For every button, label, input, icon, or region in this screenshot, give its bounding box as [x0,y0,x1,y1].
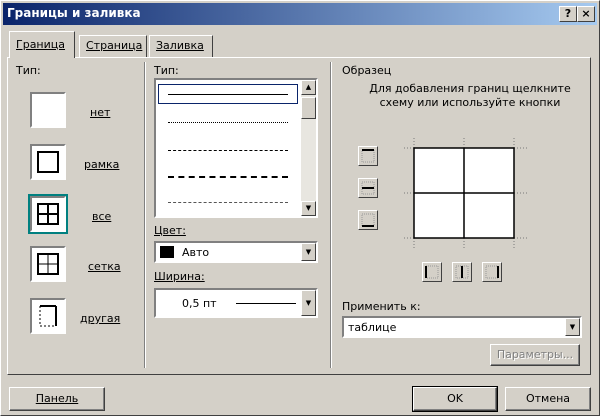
line-style-dash-dot[interactable] [168,202,288,203]
separator [330,62,332,368]
apply-to-select[interactable]: таблице ▼ [342,316,582,338]
setting-all-label: все [92,210,112,223]
setting-custom-label: другая [80,312,121,325]
preview-label: Образец [342,64,392,77]
preview-hint: Для добавления границ щелкните схему или… [369,82,571,109]
border-all-icon [28,194,68,234]
list-scrollbar[interactable]: ▲ ▼ [301,80,316,216]
tab-panel: Тип: нет рамка все сетка другая Тип: ▲ ▼… [7,57,591,375]
tab-shading[interactable]: Заливка [149,35,213,57]
line-style-solid[interactable] [168,94,288,95]
parameters-button[interactable]: Параметры... [490,344,580,366]
setting-grid-label: сетка [88,260,121,273]
border-center-button[interactable] [452,262,472,282]
width-label: Ширина: [154,270,205,283]
color-swatch [160,246,174,258]
border-bottom-button[interactable] [358,210,378,230]
close-button[interactable]: × [577,6,595,22]
border-middle-button[interactable] [358,178,378,198]
title-bar: Границы и заливка ? × [3,3,597,25]
setting-none-label: нет [90,106,111,119]
borders-shading-dialog: Границы и заливка ? × Граница Страница З… [0,0,600,416]
scroll-down-icon[interactable]: ▼ [301,201,316,216]
tab-border[interactable]: Граница [9,31,75,58]
scroll-up-icon[interactable]: ▲ [301,80,316,95]
scroll-thumb[interactable] [301,97,316,119]
help-button[interactable]: ? [559,6,577,22]
width-value: 0,5 пт [182,297,217,310]
color-select[interactable]: Авто ▼ [154,241,318,263]
separator [144,62,146,368]
color-value: Авто [182,246,210,259]
line-style-list[interactable]: ▲ ▼ [154,78,318,218]
ok-button[interactable]: OK [412,386,498,412]
border-grid-icon [30,246,66,282]
line-style-label: Тип: [154,64,179,77]
tab-page[interactable]: Страница [79,35,147,57]
color-label: Цвет: [154,224,186,237]
apply-to-label: Применить к: [342,300,421,313]
border-box-icon [30,144,66,180]
line-style-dotted[interactable] [168,122,288,123]
setting-box-label: рамка [84,158,120,171]
border-left-button[interactable] [422,262,442,282]
apply-to-value: таблице [348,321,397,334]
cancel-button[interactable]: Отмена [505,387,591,411]
width-select[interactable]: 0,5 пт ▼ [154,288,318,318]
border-custom-icon [30,298,66,334]
line-style-long-dash[interactable] [168,176,288,178]
line-style-dashed[interactable] [168,150,288,151]
border-top-button[interactable] [358,146,378,166]
chevron-down-icon[interactable]: ▼ [301,243,316,261]
width-sample-line [236,303,296,304]
chevron-down-icon[interactable]: ▼ [301,290,316,316]
setting-type-label: Тип: [16,64,41,77]
preview-diagram[interactable] [404,138,528,248]
window-title: Границы и заливка [7,6,141,20]
border-right-button[interactable] [482,262,502,282]
panel-button[interactable]: Панель [9,387,105,411]
border-none-icon [30,92,66,128]
chevron-down-icon[interactable]: ▼ [565,318,580,336]
